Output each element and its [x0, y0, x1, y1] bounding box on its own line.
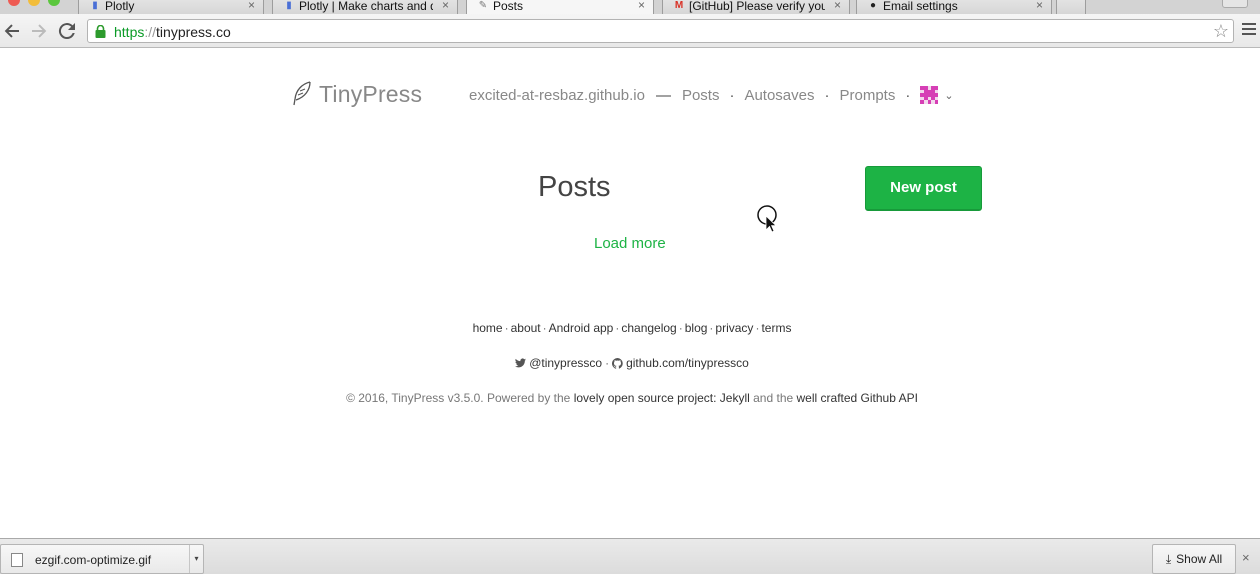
- show-all-downloads-button[interactable]: ⤓ Show All: [1152, 544, 1236, 574]
- bookmark-star-icon[interactable]: ☆: [1213, 21, 1229, 41]
- footer-link-about[interactable]: about: [511, 321, 541, 335]
- avatar: [920, 86, 939, 104]
- footer-links: home · about · Android app · changelog · blog · pr…: [0, 321, 1260, 335]
- brand-name: TinyPress: [319, 80, 423, 107]
- copyright-mid: and the: [749, 391, 797, 405]
- mouse-cursor-icon: [757, 205, 777, 233]
- top-nav: excited-at-resbaz.github.io — Posts · Au…: [469, 86, 954, 104]
- footer-link-terms[interactable]: terms: [761, 321, 791, 335]
- tab-title: Email settings: [883, 0, 958, 13]
- feather-icon: [293, 81, 311, 106]
- github-icon: ●: [869, 0, 877, 11]
- window-close-button[interactable]: [8, 0, 20, 6]
- tab-plotly[interactable]: ▮ Plotly ×: [78, 0, 264, 14]
- footer-link-android-app[interactable]: Android app: [549, 321, 614, 335]
- gmail-icon: M: [674, 0, 684, 11]
- nav-separator: ·: [905, 86, 911, 104]
- page-content: TinyPress excited-at-resbaz.github.io — …: [0, 48, 1260, 538]
- forward-arrow-icon: [32, 24, 47, 38]
- load-more-link[interactable]: Load more: [594, 235, 666, 252]
- back-arrow-icon: [4, 24, 19, 38]
- show-all-label: Show All: [1176, 552, 1223, 566]
- twitter-link[interactable]: @tinypressco: [529, 356, 602, 370]
- url-scheme: https: [114, 24, 145, 40]
- site-logo[interactable]: TinyPress: [290, 80, 422, 108]
- download-options-button[interactable]: ▾: [189, 545, 203, 573]
- nav-dash: —: [655, 86, 671, 104]
- footer-link-blog[interactable]: blog: [685, 321, 708, 335]
- plotly-icon: ▮: [92, 0, 98, 11]
- tab-strip: ▮ Plotly × ▮ Plotly | Make charts and da…: [0, 0, 1260, 14]
- download-item[interactable]: ezgif.com-optimize.gif ▾: [0, 544, 204, 574]
- chrome-menu-icon[interactable]: [1240, 21, 1258, 41]
- tab-close-icon[interactable]: ×: [1036, 0, 1043, 12]
- browser-toolbar: https://tinypress.co ☆: [0, 14, 1260, 48]
- footer-social: @tinypressco · github.com/tinypressco: [0, 356, 1260, 370]
- url-separator: ://: [144, 24, 157, 40]
- new-tab-button[interactable]: [1056, 0, 1086, 14]
- url-host: tinypress.co: [156, 24, 231, 40]
- nav-separator: ·: [729, 86, 735, 104]
- jekyll-link[interactable]: lovely open source project: Jekyll: [574, 391, 750, 405]
- chevron-down-icon: ⌄: [944, 89, 954, 102]
- reload-button[interactable]: [55, 19, 79, 43]
- lock-icon: [95, 25, 106, 38]
- footer-copyright: © 2016, TinyPress v3.5.0. Powered by the…: [0, 391, 1260, 405]
- footer-separator: ·: [542, 321, 547, 335]
- window-zoom-button[interactable]: [48, 0, 60, 6]
- plotly-icon: ▮: [286, 0, 292, 11]
- tab-close-icon[interactable]: ×: [442, 0, 449, 12]
- tab-close-icon[interactable]: ×: [638, 0, 645, 12]
- footer-separator: ·: [709, 321, 714, 335]
- download-arrow-icon: ⤓: [1165, 551, 1172, 566]
- github-icon: [612, 357, 623, 369]
- github-api-link[interactable]: well crafted Github API: [797, 391, 918, 405]
- footer-separator: ·: [755, 321, 760, 335]
- window-minimize-button[interactable]: [28, 0, 40, 6]
- tab-title: Plotly | Make charts and dashboards: [299, 0, 433, 13]
- tab-posts[interactable]: ✎ Posts ×: [466, 0, 654, 14]
- tab-title: Posts: [493, 0, 524, 13]
- tab-email-settings[interactable]: ● Email settings ×: [856, 0, 1052, 14]
- download-filename: ezgif.com-optimize.gif: [35, 553, 152, 567]
- back-button[interactable]: [0, 19, 24, 43]
- copyright-prefix: © 2016, TinyPress v3.5.0. Powered by the: [346, 391, 574, 405]
- forward-button[interactable]: [27, 19, 51, 43]
- tab-close-icon[interactable]: ×: [248, 0, 255, 12]
- nav-prompts[interactable]: Prompts: [840, 87, 896, 104]
- repo-link[interactable]: excited-at-resbaz.github.io: [469, 87, 645, 104]
- address-bar[interactable]: https://tinypress.co ☆: [87, 19, 1234, 43]
- url-text: https://tinypress.co: [114, 24, 231, 40]
- tab-plotly-make-charts[interactable]: ▮ Plotly | Make charts and dashboards ×: [272, 0, 458, 14]
- profile-menu-button[interactable]: [1222, 0, 1248, 8]
- reload-icon: [58, 23, 75, 40]
- footer-link-privacy[interactable]: privacy: [715, 321, 753, 335]
- user-menu[interactable]: ⌄: [920, 86, 954, 104]
- page-title: Posts: [538, 171, 611, 203]
- twitter-icon: [515, 358, 527, 368]
- footer-separator: ·: [678, 321, 683, 335]
- close-icon[interactable]: ×: [1242, 550, 1250, 565]
- nav-posts[interactable]: Posts: [682, 87, 720, 104]
- nav-autosaves[interactable]: Autosaves: [744, 87, 814, 104]
- footer-separator: ·: [615, 321, 620, 335]
- tab-close-icon[interactable]: ×: [834, 0, 841, 12]
- feather-icon: ✎: [478, 0, 488, 11]
- file-icon: [11, 553, 23, 567]
- github-link[interactable]: github.com/tinypressco: [626, 356, 749, 370]
- tab-github-verify[interactable]: M [GitHub] Please verify your email ×: [662, 0, 850, 14]
- footer-separator: ·: [504, 321, 509, 335]
- new-post-button[interactable]: New post: [865, 166, 982, 211]
- download-shelf: ezgif.com-optimize.gif ▾ ⤓ Show All ×: [0, 538, 1260, 574]
- footer-link-home[interactable]: home: [473, 321, 503, 335]
- footer-separator: ·: [605, 356, 610, 370]
- footer-link-changelog[interactable]: changelog: [621, 321, 676, 335]
- tab-title: [GitHub] Please verify your email: [689, 0, 825, 13]
- nav-separator: ·: [824, 86, 830, 104]
- tab-title: Plotly: [105, 0, 135, 13]
